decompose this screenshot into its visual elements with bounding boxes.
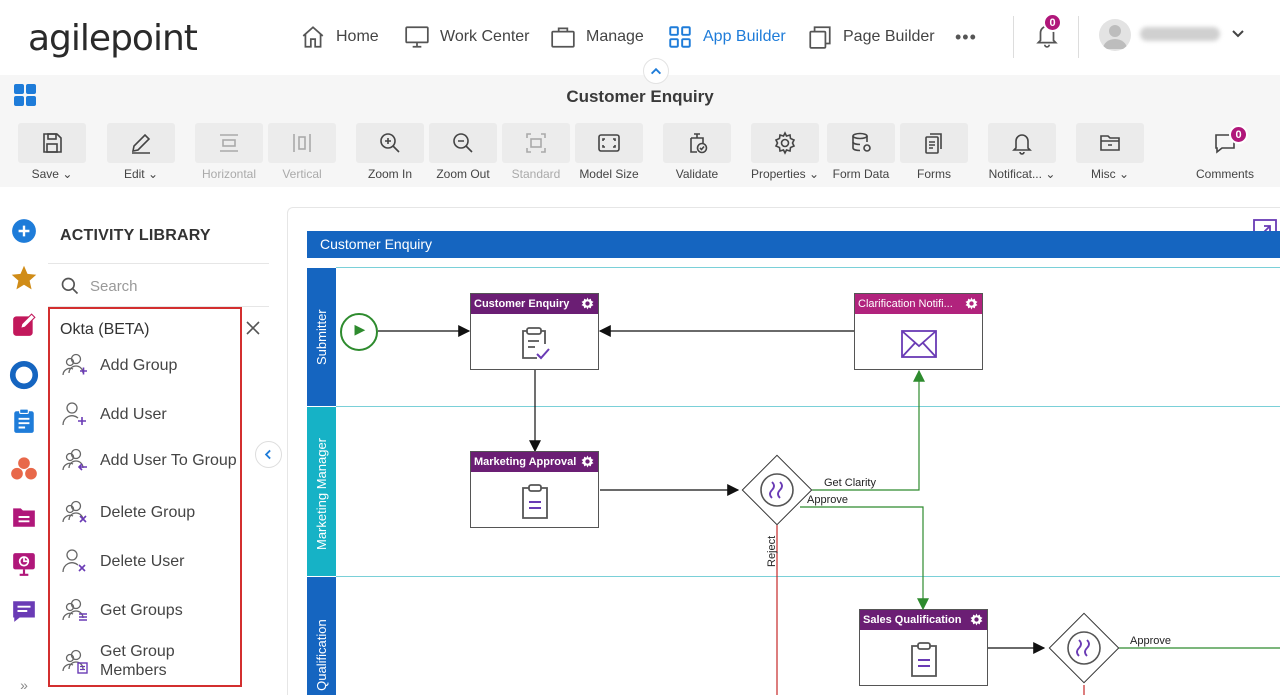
gear-icon[interactable] <box>581 297 594 310</box>
collapse-header-button[interactable] <box>643 58 669 84</box>
task-clarification-notification[interactable]: Clarification Notifi... <box>854 293 983 370</box>
chevron-up-icon <box>650 67 662 75</box>
envelope-icon <box>901 330 937 358</box>
edge-label-approve-2: Approve <box>1130 635 1171 647</box>
start-event[interactable] <box>340 313 378 351</box>
gear-icon[interactable] <box>581 455 594 468</box>
app-root: agilepoint Home Work Center Manage App B… <box>0 0 1280 695</box>
task-title: Clarification Notifi... <box>855 294 982 314</box>
edge-label-approve: Approve <box>807 494 848 506</box>
gear-icon[interactable] <box>965 297 978 310</box>
task-title: Marketing Approval <box>471 452 598 472</box>
edge-label-reject: Reject <box>766 535 778 567</box>
clipboard-icon <box>522 484 548 519</box>
form-check-icon <box>522 327 550 360</box>
clipboard-icon <box>911 642 937 677</box>
task-customer-enquiry[interactable]: Customer Enquiry <box>470 293 599 370</box>
task-title: Customer Enquiry <box>471 294 598 314</box>
gateway-wave-icon <box>760 473 794 507</box>
diagram-connectors <box>378 325 1280 695</box>
task-sales-qualification[interactable]: Sales Qualification <box>859 609 988 686</box>
play-icon <box>354 324 366 336</box>
gear-icon[interactable] <box>970 613 983 626</box>
task-marketing-approval[interactable]: Marketing Approval <box>470 451 599 528</box>
gateway-wave-icon <box>1067 631 1101 665</box>
edge-approve[interactable] <box>800 506 929 611</box>
task-title: Sales Qualification <box>860 610 987 630</box>
edge-get-clarity[interactable] <box>812 369 925 491</box>
edge-label-get-clarity: Get Clarity <box>824 477 876 489</box>
